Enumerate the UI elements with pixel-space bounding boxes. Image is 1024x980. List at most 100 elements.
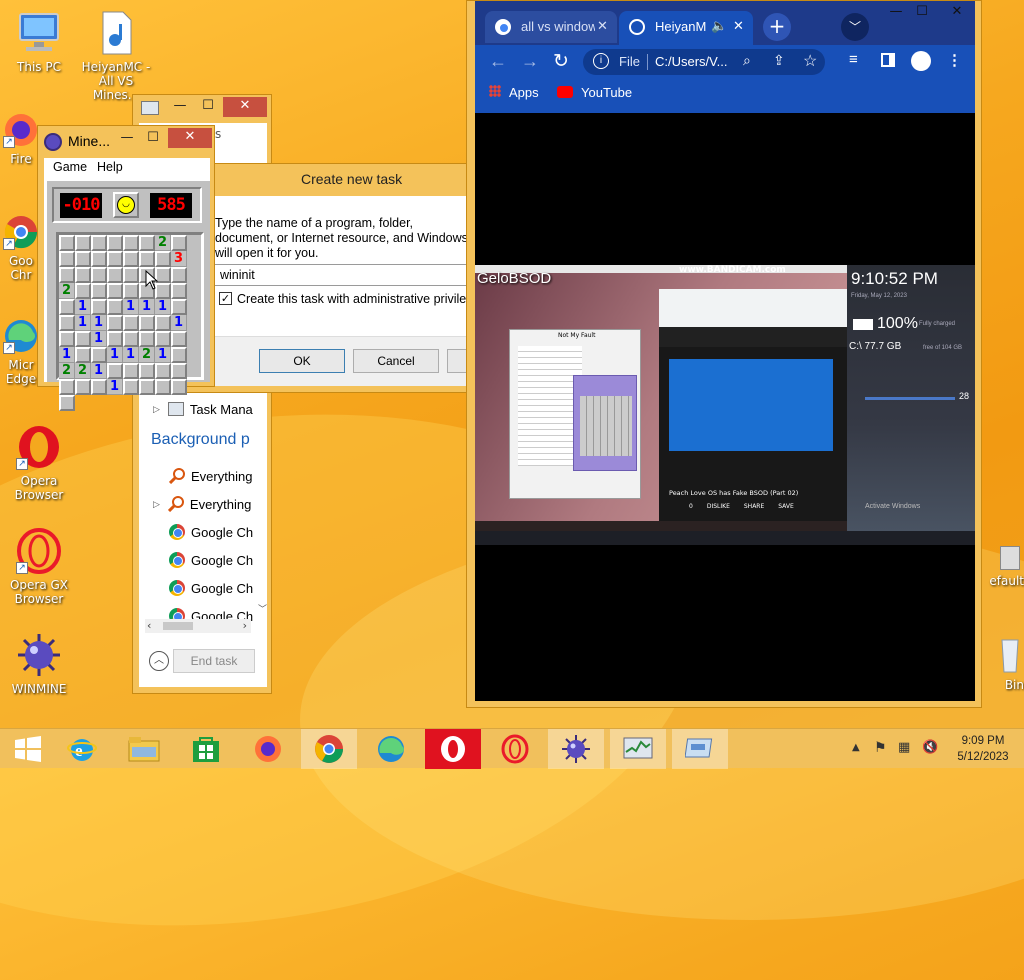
desktop-icon-heiyanmc[interactable]: HeiyanMC - All VS Mines...	[78, 10, 154, 102]
taskbar-opera-gx[interactable]	[487, 729, 543, 769]
mine-grid[interactable]: 23211111111111212211	[56, 232, 204, 411]
unrevealed-cell[interactable]	[75, 235, 91, 251]
side-panel-icon[interactable]	[881, 53, 895, 67]
revealed-cell[interactable]: 1	[139, 299, 155, 315]
bookmark-star-icon[interactable]: ☆	[803, 51, 817, 71]
unrevealed-cell[interactable]	[59, 331, 75, 347]
minimize-button[interactable]: —	[167, 97, 193, 117]
unrevealed-cell[interactable]	[155, 363, 171, 379]
tab-active[interactable]: HeiyanM 🔈 ✕	[619, 11, 753, 45]
unrevealed-cell[interactable]	[139, 331, 155, 347]
unrevealed-cell[interactable]	[123, 283, 139, 299]
close-button[interactable]: ✕	[223, 97, 267, 117]
unrevealed-cell[interactable]	[75, 283, 91, 299]
unrevealed-cell[interactable]	[59, 379, 75, 395]
unrevealed-cell[interactable]	[59, 235, 75, 251]
action-center-flag-icon[interactable]: ⚑	[874, 740, 887, 756]
unrevealed-cell[interactable]	[155, 379, 171, 395]
cancel-button[interactable]: Cancel	[353, 349, 439, 373]
unrevealed-cell[interactable]	[91, 235, 107, 251]
admin-checkbox[interactable]: ✓	[219, 292, 232, 305]
open-input[interactable]: wininit	[213, 264, 469, 286]
taskbar-minesweeper[interactable]	[548, 729, 604, 769]
process-row[interactable]: Google Ch	[169, 546, 253, 574]
unrevealed-cell[interactable]	[107, 315, 123, 331]
taskbar-chrome[interactable]	[301, 729, 357, 769]
revealed-cell[interactable]: 1	[91, 315, 107, 331]
revealed-cell[interactable]: 1	[107, 379, 123, 395]
unrevealed-cell[interactable]	[107, 251, 123, 267]
unrevealed-cell[interactable]	[107, 235, 123, 251]
revealed-cell[interactable]: 1	[91, 363, 107, 379]
revealed-cell[interactable]: 1	[171, 315, 187, 331]
revealed-cell[interactable]: 1	[91, 331, 107, 347]
forward-button[interactable]: →	[521, 51, 539, 72]
unrevealed-cell[interactable]	[59, 395, 75, 411]
maximize-button[interactable]: ☐	[195, 97, 221, 117]
unrevealed-cell[interactable]	[59, 251, 75, 267]
scroll-thumb[interactable]	[163, 622, 193, 630]
unrevealed-cell[interactable]	[123, 331, 139, 347]
desktop-icon-chrome[interactable]: ↗ Goo Chr	[1, 214, 41, 282]
back-button[interactable]: ←	[489, 51, 507, 72]
unrevealed-cell[interactable]	[91, 251, 107, 267]
revealed-cell[interactable]: 1	[75, 315, 91, 331]
unrevealed-cell[interactable]	[171, 347, 187, 363]
unrevealed-cell[interactable]	[171, 379, 187, 395]
menu-game[interactable]: Game	[53, 160, 87, 174]
revealed-cell[interactable]: 2	[139, 347, 155, 363]
share-icon[interactable]: ⇪	[773, 52, 785, 69]
close-button[interactable]: ✕	[937, 3, 977, 23]
reload-button[interactable]: ↻	[553, 50, 569, 73]
address-bar[interactable]: i File C:/Users/V... ⌕ ⇪ ☆	[583, 49, 825, 75]
taskbar-task-manager[interactable]	[610, 729, 666, 769]
create-task-dialog[interactable]: Create new task Type the name of a progr…	[186, 163, 469, 393]
unrevealed-cell[interactable]	[155, 331, 171, 347]
profile-avatar[interactable]	[911, 51, 931, 71]
ok-button[interactable]: OK	[259, 349, 345, 373]
unrevealed-cell[interactable]	[91, 347, 107, 363]
desktop-icon-this-pc[interactable]: This PC	[1, 10, 77, 74]
unrevealed-cell[interactable]	[171, 235, 187, 251]
taskbar-edge[interactable]	[363, 729, 419, 769]
search-icon[interactable]: ⌕	[743, 52, 751, 69]
fewer-details-button[interactable]: ︿	[149, 651, 169, 671]
unrevealed-cell[interactable]	[59, 299, 75, 315]
desktop-icon-winmine[interactable]: WINMINE	[1, 632, 77, 696]
unrevealed-cell[interactable]	[91, 267, 107, 283]
desktop-icon-default[interactable]: efault	[976, 546, 1024, 588]
unrevealed-cell[interactable]	[155, 315, 171, 331]
revealed-cell[interactable]: 2	[59, 363, 75, 379]
unrevealed-cell[interactable]	[75, 347, 91, 363]
revealed-cell[interactable]: 1	[75, 299, 91, 315]
unrevealed-cell[interactable]	[59, 267, 75, 283]
volume-muted-icon[interactable]: 🔇	[922, 740, 938, 755]
desktop-icon-edge[interactable]: ↗ Micr Edge	[1, 318, 41, 386]
unrevealed-cell[interactable]	[123, 235, 139, 251]
unrevealed-cell[interactable]	[107, 363, 123, 379]
start-button[interactable]	[0, 729, 56, 769]
unrevealed-cell[interactable]	[139, 363, 155, 379]
unrevealed-cell[interactable]	[123, 363, 139, 379]
network-icon[interactable]: ▦	[898, 740, 910, 755]
taskbar-run-dialog[interactable]	[672, 729, 728, 769]
unrevealed-cell[interactable]	[171, 299, 187, 315]
bookmark-youtube[interactable]: YouTube	[557, 85, 632, 100]
revealed-cell[interactable]: 1	[59, 347, 75, 363]
video-player[interactable]: www.BANDICAM.com GeloBSOD Not My Fault P…	[475, 113, 975, 701]
revealed-cell[interactable]: 1	[107, 347, 123, 363]
unrevealed-cell[interactable]	[139, 315, 155, 331]
end-task-button[interactable]: End task	[173, 649, 255, 673]
bookmark-apps[interactable]: Apps	[489, 85, 539, 100]
process-row[interactable]: ▷ Everything	[153, 490, 251, 518]
tab-inactive[interactable]: all vs window ✕	[485, 11, 617, 43]
taskbar-clock[interactable]: 9:09 PM 5/12/2023	[946, 733, 1020, 765]
unrevealed-cell[interactable]	[171, 331, 187, 347]
taskbar-file-explorer[interactable]	[116, 729, 172, 769]
unrevealed-cell[interactable]	[107, 299, 123, 315]
smiley-button[interactable]: ◡	[113, 192, 139, 218]
unrevealed-cell[interactable]	[91, 283, 107, 299]
minimize-button[interactable]: —	[883, 3, 909, 23]
desktop-icon-opera-gx[interactable]: ↗ Opera GX Browser	[1, 528, 77, 606]
vertical-scrollbar[interactable]: ﹀	[257, 389, 267, 615]
